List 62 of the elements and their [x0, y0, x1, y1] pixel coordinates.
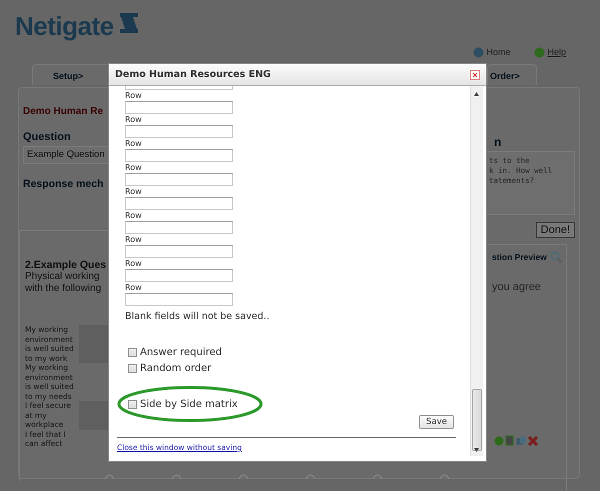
row-label: Row: [125, 163, 143, 173]
close-icon[interactable]: [470, 70, 480, 80]
option-label: Random order: [140, 362, 212, 374]
radio-button[interactable]: [306, 473, 315, 479]
edit-icon[interactable]: [505, 435, 515, 446]
scroll-down-icon[interactable]: [474, 448, 479, 452]
scroll-up-icon[interactable]: [474, 92, 479, 96]
matrix-cell: [79, 401, 108, 430]
row-input[interactable]: [125, 125, 233, 138]
logo-text: Netigate: [15, 10, 114, 42]
row-input[interactable]: [125, 221, 233, 234]
checkbox[interactable]: [128, 364, 137, 372]
checkbox[interactable]: [128, 348, 137, 356]
matrix-cell: [79, 325, 108, 363]
dialog-title: Demo Human Resources ENG: [115, 69, 271, 80]
note-text: Blank fields will not be saved..: [125, 311, 270, 322]
row-label: Row: [125, 187, 143, 197]
row-label: Row: [125, 211, 143, 221]
row-input[interactable]: [125, 269, 233, 282]
done-button[interactable]: Done!: [536, 222, 575, 238]
help-icon[interactable]: [534, 46, 546, 58]
row-label: Row: [125, 283, 143, 293]
nav-link[interactable]: Home: [473, 46, 510, 58]
row-input[interactable]: [125, 197, 233, 210]
radio-button[interactable]: [373, 473, 382, 479]
search-icon[interactable]: [550, 251, 562, 263]
row-label: Row: [125, 259, 143, 269]
row-label: Row: [125, 235, 143, 245]
section-heading: n: [494, 135, 502, 149]
row-input[interactable]: [125, 149, 233, 162]
checkbox[interactable]: [128, 400, 137, 408]
scrollbar[interactable]: [470, 86, 483, 456]
logo-icon: [118, 12, 140, 34]
question-text: Physical working: [25, 271, 100, 283]
preview-heading: 2.Example Ques: [25, 259, 108, 271]
row-input[interactable]: [125, 173, 233, 186]
question-label: Question: [23, 131, 72, 143]
save-button[interactable]: Save: [419, 415, 454, 429]
radio-button[interactable]: [105, 473, 114, 479]
row-label: Row: [125, 91, 143, 101]
question-text: you agree: [491, 281, 542, 293]
option-label: Answer required: [140, 346, 222, 358]
response-label: Response mech: [23, 178, 105, 190]
survey-title: Demo Human Re: [23, 106, 104, 117]
radio-button[interactable]: [239, 473, 248, 479]
add-icon[interactable]: [494, 436, 504, 446]
radio-button[interactable]: [440, 473, 449, 479]
option-label: Side by Side matrix: [140, 398, 238, 410]
scroll-thumb[interactable]: [472, 389, 482, 451]
nav-link[interactable]: Help: [534, 46, 566, 58]
tab[interactable]: Order>: [487, 64, 537, 85]
row-input[interactable]: [125, 101, 233, 114]
delete-icon[interactable]: [528, 436, 538, 446]
question-preview-link[interactable]: stion Preview: [492, 252, 547, 262]
row-label: Row: [125, 115, 143, 125]
globe-icon[interactable]: [473, 46, 484, 58]
row-label: Row: [125, 139, 143, 149]
copy-icon[interactable]: [516, 436, 527, 446]
question-text: with the following: [25, 283, 102, 295]
row-input[interactable]: [125, 293, 233, 306]
radio-button[interactable]: [172, 473, 181, 479]
row-input[interactable]: [125, 245, 233, 258]
